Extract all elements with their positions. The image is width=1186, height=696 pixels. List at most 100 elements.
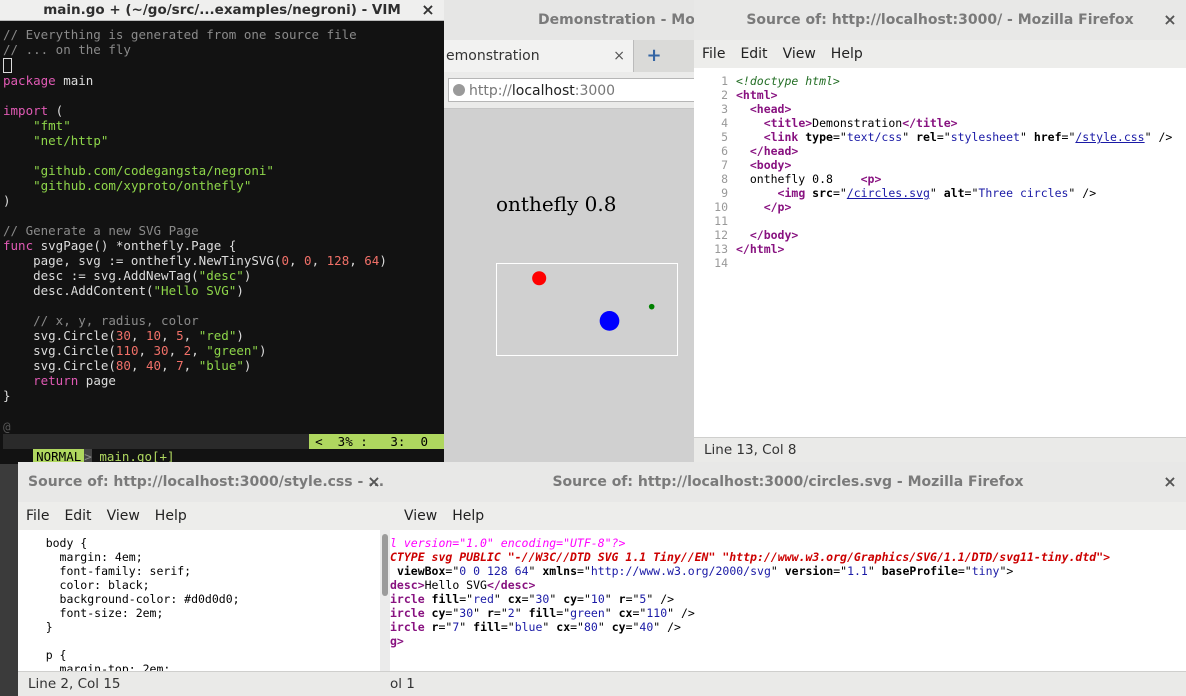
code-token: desc.AddContent( [3, 283, 154, 298]
tab-demonstration[interactable]: emonstration × [444, 40, 634, 72]
line-number: 9 [721, 186, 728, 200]
code-token: fill [431, 592, 460, 606]
code-token: g> [390, 634, 404, 648]
menu-view[interactable]: View [775, 40, 823, 68]
demo-nav-bar: http://localhost:3000 [444, 72, 694, 109]
menu-help[interactable]: Help [147, 502, 194, 530]
code-token: 0 [281, 253, 289, 268]
code-token: , [183, 358, 199, 373]
code-token: " [528, 564, 543, 578]
source-svg-code[interactable]: l version="1.0" encoding="UTF-8"?> CTYPE … [390, 530, 1186, 671]
source-link[interactable]: /style.css [1075, 130, 1144, 144]
code-token: fill [528, 606, 557, 620]
source-index-menubar: File Edit View Help [694, 40, 1186, 68]
source-index-code[interactable]: 1 <!doctype html> 2 <html> 3 <head> 4 <title>… [694, 68, 1186, 437]
code-token: =" [493, 606, 508, 620]
code-token: =" [964, 186, 979, 200]
code-token: fill [473, 620, 501, 634]
vim-editor-buffer[interactable]: // Everything is generated from one sour… [3, 27, 444, 403]
vim-code-line [3, 88, 444, 103]
code-token: } [3, 388, 11, 403]
source-css-code[interactable]: body { margin: 4em; font-family: serif; … [18, 530, 380, 671]
code-token: =" [570, 620, 584, 634]
menu-help[interactable]: Help [823, 40, 870, 68]
source-link[interactable]: /circles.svg [847, 186, 930, 200]
url-field[interactable]: http://localhost:3000 [448, 78, 694, 102]
source-line: ircle r="7" fill="blue" cx="80" cy="40" … [390, 620, 1186, 634]
code-token: , [311, 253, 327, 268]
source-css-titlebar[interactable]: Source of: http://localhost:3000/style.c… [18, 462, 390, 503]
code-token: =" [577, 592, 591, 606]
code-token: =" [500, 620, 515, 634]
code-token: "> [999, 564, 1014, 578]
vim-titlebar[interactable]: main.go + (~/go/src/...examples/negroni)… [0, 0, 444, 21]
line-number: 11 [714, 214, 728, 228]
code-token: onthefly 0.8 [736, 172, 861, 186]
vim-code-line: svg.Circle(80, 40, 7, "blue") [3, 358, 444, 373]
vim-code-line: } [3, 388, 444, 403]
vim-code-line: // Generate a new SVG Page [3, 223, 444, 238]
line-number: 4 [721, 116, 728, 130]
source-line: desc>Hello SVG</desc> [390, 578, 1186, 592]
code-token: " [597, 620, 612, 634]
tab-label: emonstration [446, 48, 540, 64]
source-line: 4 <title>Demonstration</title> [694, 116, 1186, 130]
code-token: =" [445, 564, 460, 578]
code-token: 7 [176, 358, 184, 373]
code-token: " [867, 564, 882, 578]
demo-title: Demonstration - Mozilla [538, 12, 694, 28]
source-css-scrollbar[interactable] [380, 530, 390, 671]
code-token: 110 [115, 343, 139, 358]
code-token: <img [777, 186, 813, 200]
source-index-close-icon[interactable]: × [1162, 0, 1178, 40]
source-svg-close-icon[interactable]: × [1162, 462, 1178, 502]
vim-code-line: "net/http" [3, 133, 444, 148]
source-css-close-icon[interactable]: × [366, 462, 382, 502]
vim-code-line: "fmt" [3, 118, 444, 133]
vim-window[interactable]: main.go + (~/go/src/...examples/negroni)… [0, 0, 444, 464]
new-tab-button[interactable]: + [642, 40, 666, 72]
code-token: 10 [590, 592, 605, 606]
source-line: 3 <head> [694, 102, 1186, 116]
code-token: // x, y, radius, color [33, 313, 199, 328]
code-token: 110 [646, 606, 668, 620]
demo-titlebar[interactable]: Demonstration - Mozilla [444, 0, 694, 41]
vim-code-line: page, svg := onthefly.NewTinySVG(0, 0, 1… [3, 253, 444, 268]
code-token: 40 [639, 620, 654, 634]
source-index-titlebar[interactable]: Source of: http://localhost:3000/ - Mozi… [694, 0, 1186, 41]
globe-icon [453, 84, 465, 96]
code-token: <head> [749, 102, 792, 116]
source-index-title: Source of: http://localhost:3000/ - Mozi… [746, 12, 1134, 28]
tab-close-icon[interactable]: × [613, 40, 625, 72]
source-line: background-color: #d0d0d0; [18, 592, 240, 606]
code-token: " [493, 592, 508, 606]
code-token: , [161, 358, 177, 373]
code-token: svgPage() *onthefly.Page { [33, 238, 237, 253]
source-svg-window[interactable]: Source of: http://localhost:3000/circles… [390, 462, 1186, 696]
code-token: desc := svg.AddNewTag( [3, 268, 199, 283]
code-token: =" [521, 592, 536, 606]
menu-edit[interactable]: Edit [56, 502, 98, 530]
source-svg-titlebar[interactable]: Source of: http://localhost:3000/circles… [390, 462, 1186, 503]
code-token: cy [563, 592, 578, 606]
menu-file[interactable]: File [694, 40, 732, 68]
code-token: <!doctype html> [736, 74, 840, 88]
source-line: margin: 4em; [18, 550, 143, 564]
menu-edit[interactable]: Edit [732, 40, 774, 68]
scrollbar-thumb[interactable] [382, 534, 388, 596]
code-token: " [514, 606, 529, 620]
code-token: cy [431, 606, 446, 620]
menu-view[interactable]: View [396, 502, 444, 530]
demo-browser-window[interactable]: Demonstration - Mozilla emonstration × +… [444, 0, 694, 464]
source-css-window[interactable]: Source of: http://localhost:3000/style.c… [18, 462, 390, 696]
menu-file[interactable]: File [18, 502, 56, 530]
vim-close-icon[interactable]: × [420, 0, 436, 20]
source-index-window[interactable]: Source of: http://localhost:3000/ - Mozi… [694, 0, 1186, 462]
source-line: 6 </head> [694, 144, 1186, 158]
menu-view[interactable]: View [99, 502, 147, 530]
code-token: func [3, 238, 34, 253]
line-number: 2 [721, 88, 728, 102]
menu-help[interactable]: Help [444, 502, 491, 530]
